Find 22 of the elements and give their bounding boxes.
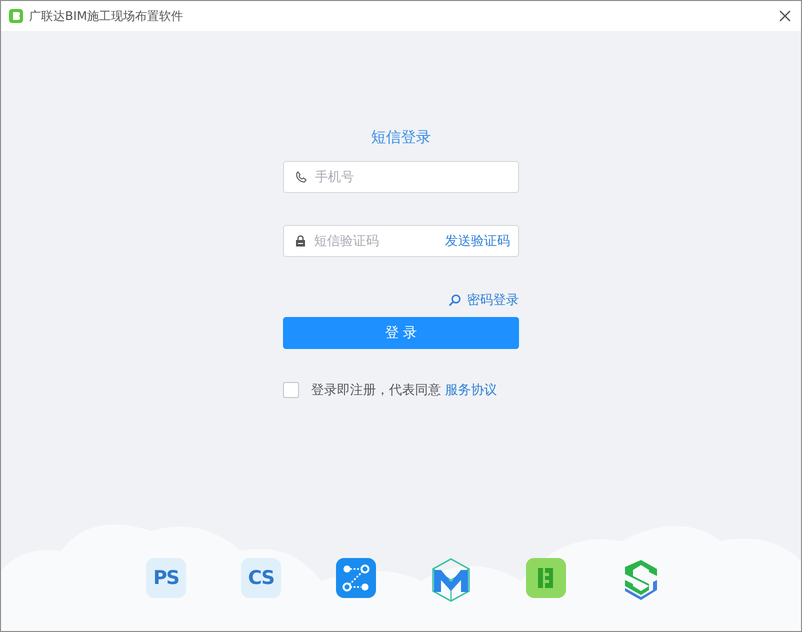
phone-icon (295, 171, 307, 183)
agreement-text: 登录即注册，代表同意 (311, 382, 441, 399)
cube-app-icon[interactable] (431, 558, 471, 602)
phone-field[interactable]: 手机号 (283, 161, 519, 193)
agreement-checkbox[interactable] (283, 382, 299, 398)
verification-code-field[interactable]: 短信验证码 发送验证码 (283, 225, 519, 257)
password-login-link[interactable]: 密码登录 (467, 291, 519, 309)
app-logo-icon (9, 9, 23, 23)
verification-code-input[interactable]: 短信验证码 (312, 232, 439, 250)
close-icon[interactable] (779, 10, 791, 22)
send-code-link[interactable]: 发送验证码 (445, 232, 510, 250)
document-app-icon[interactable] (526, 558, 566, 598)
lock-icon (295, 235, 306, 247)
app-logo-icon[interactable]: CS (241, 558, 281, 598)
login-button[interactable]: 登 录 (283, 317, 519, 349)
phone-input[interactable]: 手机号 (313, 168, 510, 186)
search-icon (448, 294, 461, 306)
form-heading: 短信登录 (370, 128, 432, 147)
flow-app-icon[interactable] (336, 558, 376, 598)
window-title: 广联达BIM施工现场布置软件 (29, 8, 184, 24)
app-logo-icon[interactable]: PS (146, 558, 186, 598)
service-agreement-link[interactable]: 服务协议 (445, 381, 497, 399)
